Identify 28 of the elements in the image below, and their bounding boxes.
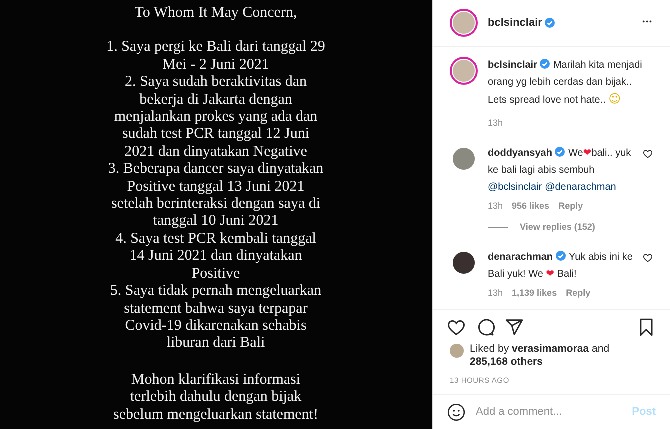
statement-closing: Mohon klarifikasi informasi terlebih dahulu dengan bijak sebelum mengeluarkan statement! [114,372,318,424]
view-replies-link[interactable]: View replies (152) [520,221,596,234]
comment-text: denarachman Yuk abis ini ke Bali yuk! We ❤ Bali! [488,250,633,282]
bookmark-icon[interactable] [637,318,656,337]
comment-time: 13h [488,117,504,130]
send-icon[interactable] [505,318,524,337]
statement-heading: To Whom It May Concern, [134,5,298,22]
comment-text: doddyansyah We❤bali.. yuk ke bali lagi abis sembuh @bclsinclair @denarachman [488,146,632,194]
comment-time: 13h [488,200,504,212]
comment-time: 13h [488,286,504,300]
likes-count[interactable]: 956 likes [512,200,550,213]
statement-item: 3. Beberapa dancer saya dinyatakan Positive tanggal 13 Juni 2021 setelah berinteraksi dengan saya di tanggal 10 Juni 2021 [107,161,325,231]
like-icon[interactable] [643,148,653,158]
comment-input-field[interactable]: Add a comment... [476,404,622,420]
emoji-icon[interactable] [447,402,466,422]
statement-item: 4. Saya test PCR kembali tanggal 14 Juni 2021 dan dinyatakan Positive [114,230,318,284]
comment-text: bclsinclair Marilah kita menjadi orang yg lebih cerdas dan bijak.. Lets spread love not hate.. ☺ [488,58,644,108]
statement-item: 2. Saya sudah beraktivitas dan bekerja di Jakarta dengan menjalankan prokes yang ada dan sudah test PCR tanggal 12 Juni 2021 dan dinyatakan Negative [113,74,319,162]
statement-item: 1. Saya pergi ke Bali dari tanggal 29 Mei - 2 Juni 2021 [106,39,326,74]
liked-by-text: Liked by verasimamoraa and 285,168 others [470,343,611,369]
reply-link[interactable]: Reply [558,200,584,213]
likes-count[interactable]: 1,139 likes [512,286,558,300]
reply-link[interactable]: Reply [566,286,591,300]
like-icon[interactable] [447,318,466,337]
comment-icon[interactable] [476,318,495,337]
statement-item: 5. Saya tidak pernah mengeluarkan statement bahwa saya terpapar Covid-19 dikarenakan sehabis liburan dari Bali [109,283,323,353]
like-icon[interactable] [643,252,653,262]
username-link[interactable]: bclsinclair [488,14,542,32]
